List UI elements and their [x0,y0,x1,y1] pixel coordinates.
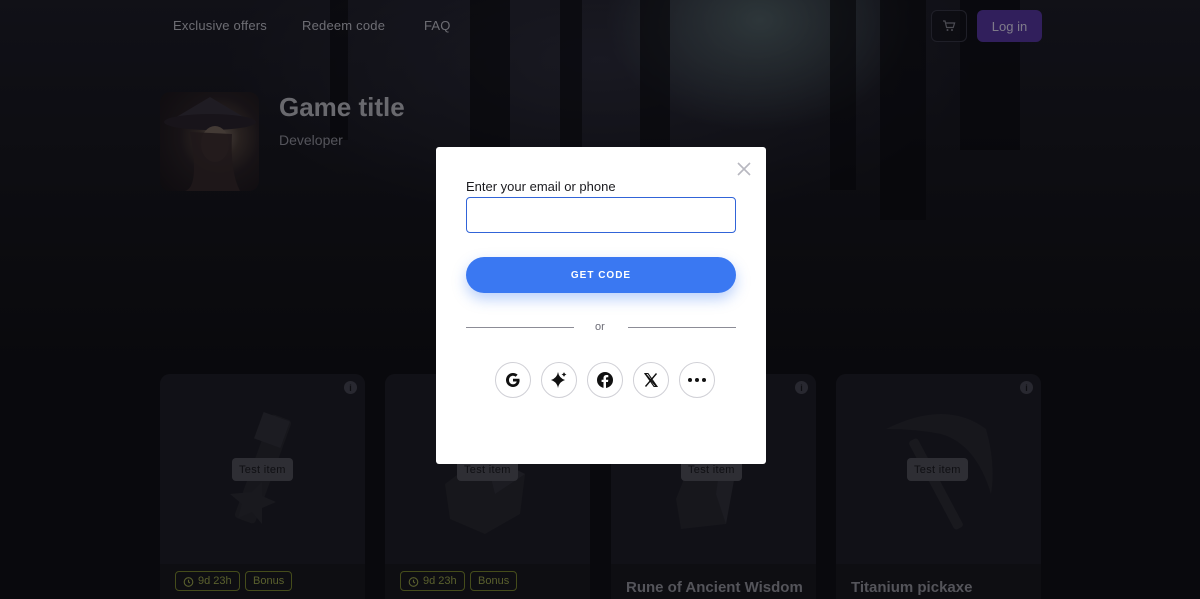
divider-left [466,327,574,328]
close-button[interactable] [734,159,754,179]
facebook-icon [597,372,613,388]
divider-or-text: or [595,321,605,333]
x-icon [643,372,659,388]
close-icon [737,162,751,176]
facebook-login-button[interactable] [587,362,623,398]
google-login-button[interactable] [495,362,531,398]
more-icon [688,378,706,382]
get-code-button[interactable]: GET CODE [466,257,736,293]
more-login-options-button[interactable] [679,362,715,398]
email-phone-input[interactable] [466,197,736,233]
login-modal: Enter your email or phone GET CODE or [436,147,766,464]
ai-login-button[interactable] [541,362,577,398]
sparkle-icon [551,372,567,388]
google-icon [506,373,520,387]
x-login-button[interactable] [633,362,669,398]
divider-right [628,327,736,328]
email-phone-label: Enter your email or phone [466,179,616,194]
